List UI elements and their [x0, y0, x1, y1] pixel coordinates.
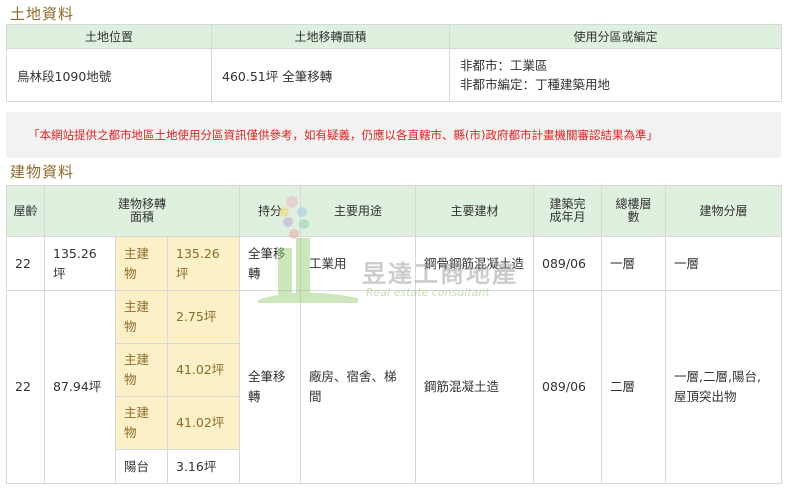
- cell-part-label: 主建物: [115, 290, 168, 344]
- header-total-floors-label: 總樓層數: [615, 197, 652, 224]
- land-header-location: 土地位置: [6, 24, 212, 49]
- cell-part-label: 主建物: [115, 343, 168, 397]
- table-row: 22 135.26坪 主建物 135.26坪 全筆移轉 工業用 鋼骨鋼筋混凝土造…: [6, 236, 783, 291]
- cell-area: 135.26坪: [44, 236, 116, 291]
- land-header-transfer-area: 土地移轉面積: [211, 24, 450, 49]
- zoning-line: 非都市編定：丁種建築用地: [460, 77, 611, 92]
- cell-age: 22: [6, 290, 45, 484]
- land-header-zoning: 使用分區或編定: [449, 24, 782, 49]
- cell-floor-detail: 一層: [665, 236, 783, 291]
- header-built-date: 建築完成年月: [533, 185, 603, 237]
- cell-material: 鋼骨鋼筋混凝土造: [415, 236, 535, 291]
- header-built-date-label: 建築完成年月: [549, 197, 586, 224]
- cell-part-area: 2.75坪: [166, 290, 241, 344]
- land-section-title: 土地資料: [10, 5, 75, 23]
- cell-part-area: 135.26坪: [166, 236, 241, 291]
- cell-share: 全筆移轉: [239, 236, 302, 291]
- cell-part-area: 41.02坪: [166, 396, 241, 450]
- building-section-title: 建物資料: [10, 163, 75, 181]
- cell-share: 全筆移轉: [239, 290, 302, 484]
- table-row: 22 87.94坪 主建物 2.75坪 全筆移轉 廠房、宿舍、梯間 鋼筋混凝土造…: [6, 290, 783, 484]
- land-location: 鳥林段1090地號: [6, 48, 212, 102]
- header-age: 屋齡: [6, 185, 45, 237]
- header-floor-detail: 建物分層: [665, 185, 783, 237]
- header-transfer-area: 建物移轉面積: [43, 185, 241, 237]
- header-transfer-area-label: 建物移轉面積: [117, 197, 166, 224]
- cell-part-area: 41.02坪: [166, 343, 241, 397]
- cell-part-label: 陽台: [115, 449, 168, 484]
- cell-built-date: 089/06: [533, 290, 603, 484]
- cell-use: 工業用: [300, 236, 417, 291]
- zoning-line: 非都市：工業區: [460, 58, 548, 73]
- land-table: 土地位置 土地移轉面積 使用分區或編定 鳥林段1090地號 460.51坪 全筆…: [6, 24, 782, 102]
- header-use: 主要用途: [300, 185, 417, 237]
- table-row: 鳥林段1090地號 460.51坪 全筆移轉 非都市：工業區 非都市編定：丁種建…: [6, 48, 782, 102]
- zoning-disclaimer: 「本網站提供之都市地區土地使用分區資訊僅供參考，如有疑義，仍應以各直轄市、縣(市…: [6, 112, 781, 158]
- cell-total-floors: 二層: [601, 290, 667, 484]
- header-material: 主要建材: [415, 185, 535, 237]
- cell-total-floors: 一層: [601, 236, 667, 291]
- header-total-floors: 總樓層數: [601, 185, 667, 237]
- cell-built-date: 089/06: [533, 236, 603, 291]
- cell-part-label: 主建物: [115, 396, 168, 450]
- land-zoning: 非都市：工業區 非都市編定：丁種建築用地: [449, 48, 782, 102]
- building-table: 屋齡 建物移轉面積 持分 主要用途 主要建材 建築完成年月 總樓層數 建物分層 …: [6, 185, 783, 484]
- cell-age: 22: [6, 236, 45, 291]
- cell-use: 廠房、宿舍、梯間: [300, 290, 417, 484]
- cell-floor-detail: 一層,二層,陽台,屋頂突出物: [665, 290, 783, 484]
- header-share: 持分: [239, 185, 302, 237]
- cell-part-label: 主建物: [115, 236, 168, 291]
- land-transfer-area: 460.51坪 全筆移轉: [211, 48, 450, 102]
- cell-material: 鋼筋混凝土造: [415, 290, 535, 484]
- cell-part-area: 3.16坪: [166, 449, 241, 484]
- cell-area: 87.94坪: [44, 290, 116, 484]
